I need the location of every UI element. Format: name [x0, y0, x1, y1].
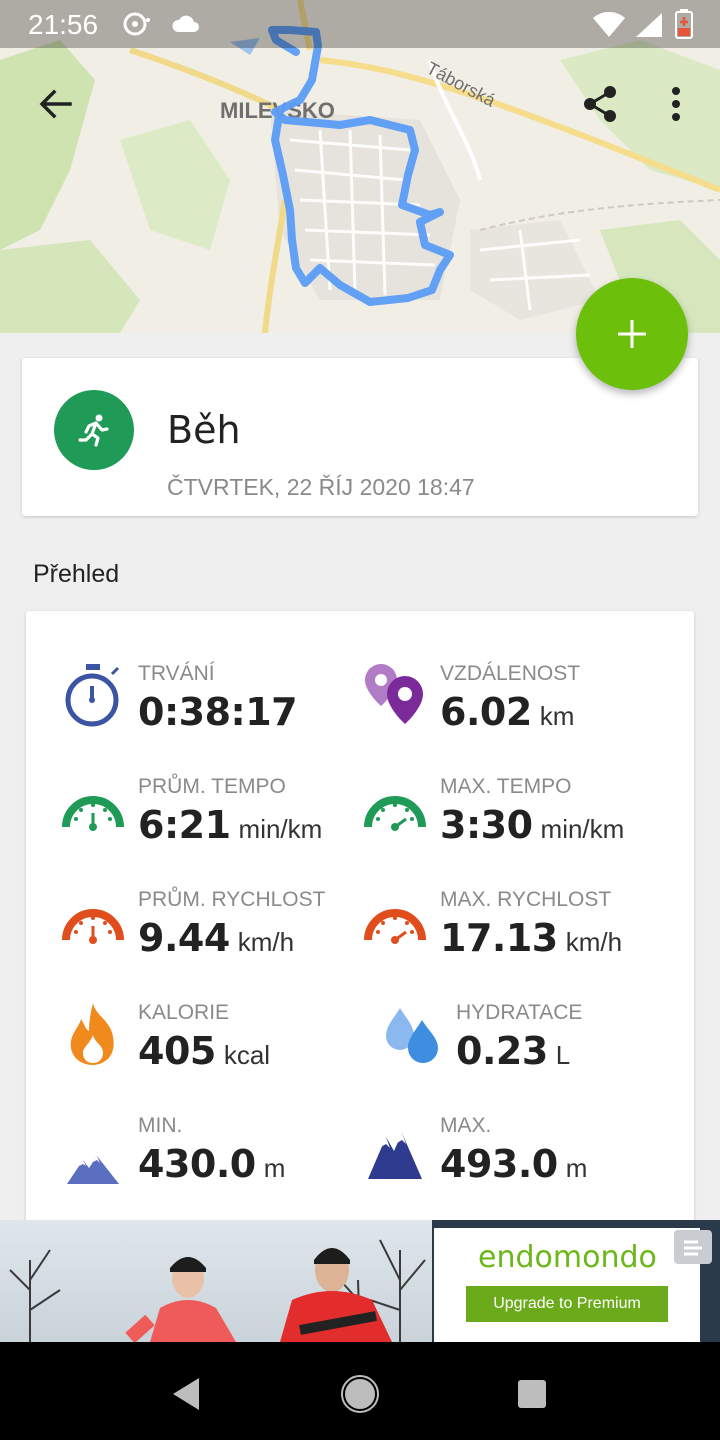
stat-max-altitude: MAX. 493.0 m	[362, 1114, 682, 1204]
stat-value: 6.02 km	[440, 690, 574, 734]
stat-unit: m	[263, 1153, 286, 1183]
endomondo-logo: endomondo	[478, 1240, 657, 1275]
stat-max-speed: MAX. RYCHLOST 17.13 km/h	[362, 888, 682, 978]
wifi-icon	[592, 11, 626, 43]
stat-number: 405	[138, 1029, 216, 1073]
stat-unit: m	[565, 1153, 588, 1183]
ad-panel: endomondo Upgrade to Premium	[434, 1228, 700, 1342]
stat-unit: km/h	[565, 927, 623, 957]
stat-value: 0:38:17	[138, 690, 305, 734]
sync-disc-icon	[122, 10, 152, 43]
nav-back-button[interactable]	[158, 1366, 214, 1422]
stat-min-altitude: MIN. 430.0 m	[60, 1114, 380, 1204]
stat-unit: km/h	[237, 927, 295, 957]
stat-value: 9.44 km/h	[138, 916, 294, 960]
stat-value: 405 kcal	[138, 1029, 270, 1073]
upgrade-premium-button[interactable]: Upgrade to Premium	[466, 1286, 668, 1322]
nav-home-button[interactable]	[332, 1366, 388, 1422]
stat-label: KALORIE	[138, 1001, 230, 1024]
flame-icon	[60, 1001, 126, 1067]
speedometer-icon	[60, 775, 126, 841]
overview-card: TRVÁNÍ 0:38:17 VZDÁLENOST 6.02 km PRŮM. T…	[26, 611, 694, 1251]
battery-low-icon	[674, 8, 694, 45]
stat-number: 493.0	[440, 1142, 558, 1186]
stat-label: MAX. TEMPO	[440, 775, 572, 798]
back-button[interactable]	[28, 76, 84, 132]
running-person-icon	[78, 414, 109, 447]
mountains-icon	[362, 1122, 428, 1188]
arrow-back-icon	[39, 89, 72, 119]
stat-max-pace: MAX. TEMPO 3:30 min/km	[362, 775, 682, 865]
stat-avg-pace: PRŮM. TEMPO 6:21 min/km	[60, 775, 380, 865]
speedometer-icon	[362, 775, 428, 841]
stat-unit: min/km	[540, 814, 625, 844]
stat-value: 0.23 L	[456, 1029, 570, 1073]
stat-calories: KALORIE 405 kcal	[60, 1001, 380, 1091]
overflow-menu-button[interactable]	[648, 76, 704, 132]
stat-label: MAX. RYCHLOST	[440, 888, 612, 911]
stat-number: 9.44	[138, 916, 230, 960]
triangle-back-icon	[173, 1378, 199, 1410]
stat-unit: km	[539, 701, 575, 731]
speedometer-icon	[60, 888, 126, 954]
activity-card[interactable]: Běh ČTVRTEK, 22 ŘÍJ 2020 18:47	[22, 358, 698, 516]
home-circle-icon	[341, 1375, 379, 1413]
share-button[interactable]	[572, 76, 628, 132]
plus-icon	[618, 320, 646, 348]
stat-avg-speed: PRŮM. RYCHLOST 9.44 km/h	[60, 888, 380, 978]
distance-pin-icon	[362, 662, 428, 728]
ad-runners-photo	[0, 1220, 432, 1342]
stat-value: 430.0 m	[138, 1142, 285, 1186]
stat-number: 430.0	[138, 1142, 256, 1186]
speedometer-icon	[362, 888, 428, 954]
stat-duration: TRVÁNÍ 0:38:17	[60, 662, 380, 752]
stat-number: 6:21	[138, 803, 231, 847]
overview-title: Přehled	[33, 560, 120, 588]
navigation-bar	[0, 1342, 720, 1440]
ad-choices-icon[interactable]	[674, 1230, 712, 1264]
add-fab-button[interactable]	[576, 278, 688, 390]
stat-label: MAX.	[440, 1114, 492, 1137]
stat-label: VZDÁLENOST	[440, 662, 581, 685]
stat-hydration: HYDRATACE 0.23 L	[378, 1001, 698, 1091]
more-vert-icon	[672, 87, 680, 121]
stat-number: 6.02	[440, 690, 532, 734]
water-drops-icon	[378, 1001, 444, 1067]
stat-label: HYDRATACE	[456, 1001, 583, 1024]
cloud-icon	[170, 10, 200, 43]
activity-date: ČTVRTEK, 22 ŘÍJ 2020 18:47	[167, 474, 475, 500]
stat-unit: kcal	[223, 1040, 271, 1070]
stat-value: 493.0 m	[440, 1142, 587, 1186]
status-bar: 21:56	[0, 0, 720, 48]
activity-title: Běh	[167, 408, 241, 452]
square-recents-icon	[518, 1380, 546, 1408]
stat-label: MIN.	[138, 1114, 183, 1137]
stat-unit: L	[555, 1040, 571, 1070]
stat-value: 3:30 min/km	[440, 803, 624, 847]
share-icon	[584, 86, 616, 122]
activity-badge	[54, 390, 134, 470]
stat-number: 0.23	[456, 1029, 548, 1073]
nav-recents-button[interactable]	[504, 1366, 560, 1422]
stat-value: 17.13 km/h	[440, 916, 622, 960]
stat-number: 0:38:17	[138, 690, 298, 734]
mountains-icon	[60, 1136, 126, 1202]
stopwatch-icon	[60, 662, 126, 728]
stat-number: 3:30	[440, 803, 533, 847]
stat-unit: min/km	[238, 814, 323, 844]
stat-label: TRVÁNÍ	[138, 662, 215, 685]
status-time: 21:56	[28, 9, 99, 40]
stat-label: PRŮM. TEMPO	[138, 775, 286, 798]
stat-number: 17.13	[440, 916, 558, 960]
stat-distance: VZDÁLENOST 6.02 km	[362, 662, 682, 752]
stat-label: PRŮM. RYCHLOST	[138, 888, 326, 911]
ad-banner[interactable]: endomondo Upgrade to Premium	[0, 1220, 720, 1342]
signal-icon	[634, 12, 664, 43]
stat-value: 6:21 min/km	[138, 803, 322, 847]
